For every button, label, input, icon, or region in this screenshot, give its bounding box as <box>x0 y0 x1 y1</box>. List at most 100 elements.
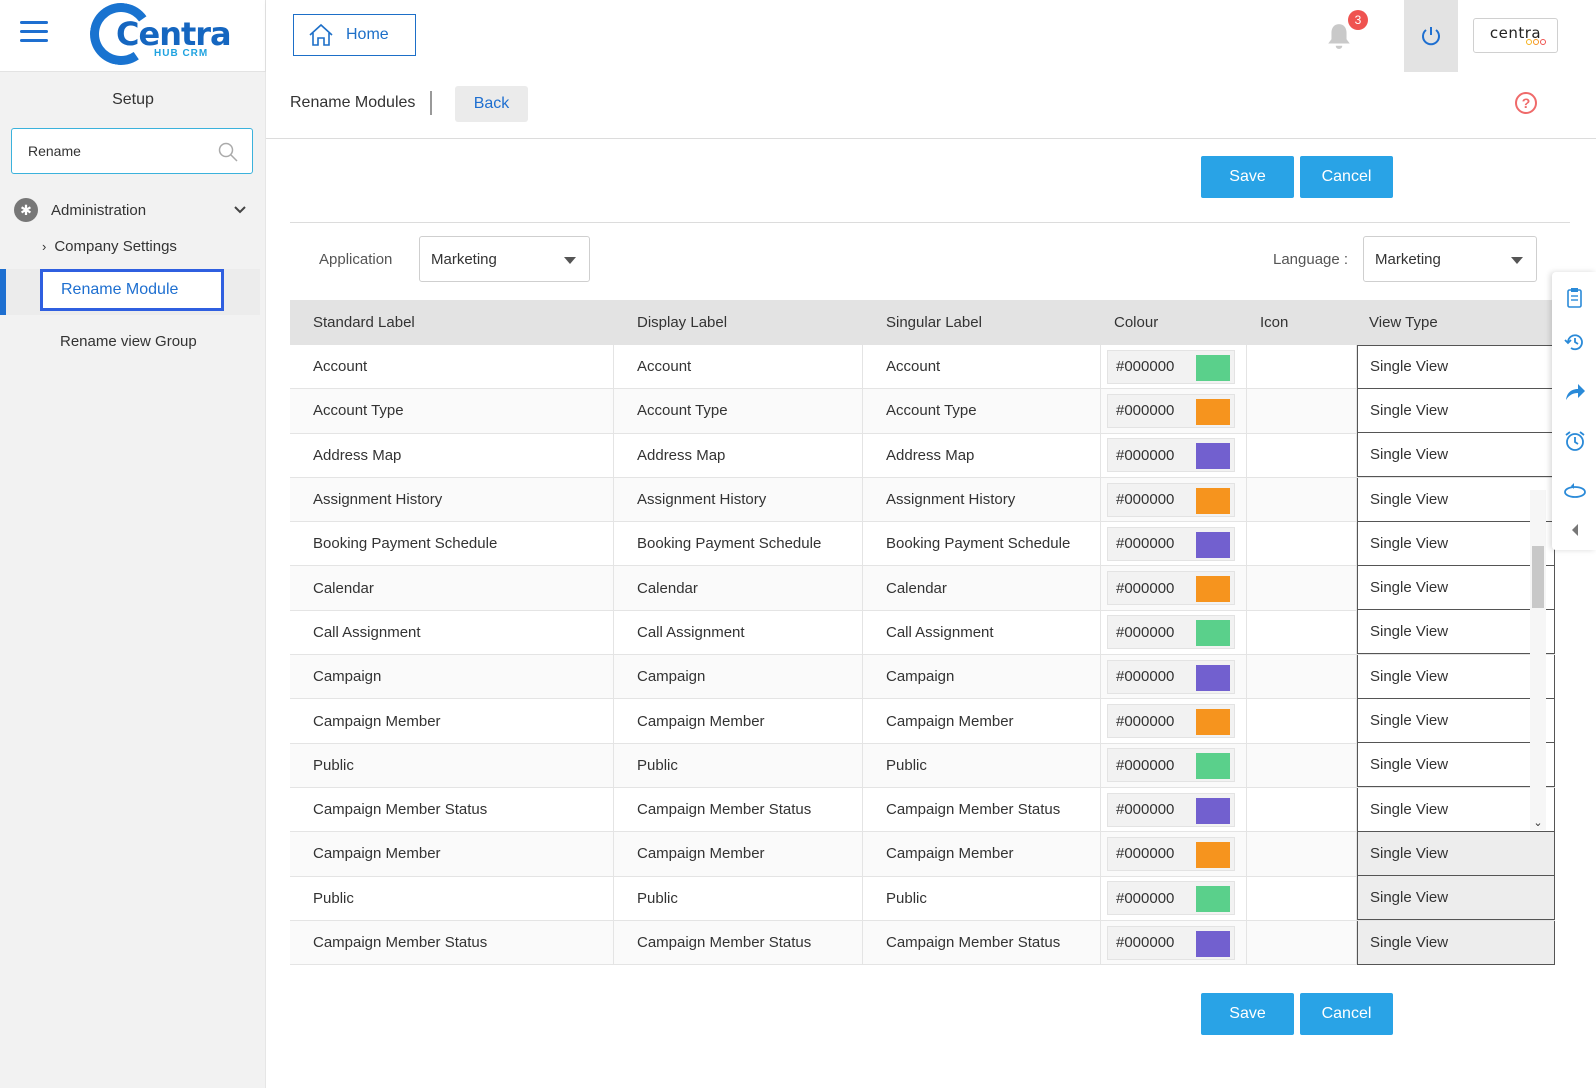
colour-swatch[interactable] <box>1196 709 1230 736</box>
sidebar-item-company-settings[interactable]: › Company Settings <box>42 238 177 255</box>
display-label-cell[interactable]: Campaign <box>614 655 863 699</box>
display-label-cell[interactable]: Address Map <box>614 433 863 477</box>
language-select[interactable]: Marketing <box>1363 236 1537 282</box>
cancel-button-top[interactable]: Cancel <box>1300 156 1393 198</box>
colour-swatch[interactable] <box>1196 487 1230 514</box>
singular-label-cell[interactable]: Booking Payment Schedule <box>863 522 1101 566</box>
view-type-select[interactable]: Single View <box>1357 787 1555 832</box>
icon-cell[interactable] <box>1247 389 1357 433</box>
colour-input[interactable]: #000000 <box>1107 836 1235 871</box>
scroll-down-arrow-icon[interactable]: ⌄ <box>1530 814 1546 830</box>
display-label-cell[interactable]: Campaign Member <box>614 832 863 876</box>
sidebar-item-rename-view-group[interactable]: Rename view Group <box>60 333 197 350</box>
colour-swatch[interactable] <box>1196 354 1230 381</box>
singular-label-cell[interactable]: Account Type <box>863 389 1101 433</box>
icon-cell[interactable] <box>1247 832 1357 876</box>
singular-label-cell[interactable]: Calendar <box>863 566 1101 610</box>
colour-swatch[interactable] <box>1196 443 1230 470</box>
singular-label-cell[interactable]: Campaign Member Status <box>863 920 1101 965</box>
singular-label-cell[interactable]: Call Assignment <box>863 610 1101 655</box>
singular-label-cell[interactable]: Address Map <box>863 433 1101 477</box>
history-icon[interactable] <box>1563 330 1587 354</box>
colour-input[interactable]: #000000 <box>1107 615 1235 650</box>
colour-swatch[interactable] <box>1196 930 1230 957</box>
back-button[interactable]: Back <box>455 86 528 122</box>
colour-input[interactable]: #000000 <box>1107 792 1235 827</box>
colour-input[interactable]: #000000 <box>1107 526 1235 561</box>
view-type-select[interactable]: Single View <box>1357 831 1555 876</box>
view-type-select[interactable]: Single View <box>1357 654 1555 699</box>
display-label-cell[interactable]: Public <box>614 876 863 920</box>
singular-label-cell[interactable]: Campaign <box>863 655 1101 699</box>
display-label-cell[interactable]: Campaign Member Status <box>614 787 863 832</box>
colour-input[interactable]: #000000 <box>1107 925 1235 960</box>
view-type-select[interactable]: Single View <box>1357 610 1555 655</box>
singular-label-cell[interactable]: Public <box>863 876 1101 920</box>
icon-cell[interactable] <box>1247 433 1357 477</box>
scrollbar-thumb[interactable] <box>1532 546 1544 608</box>
colour-swatch[interactable] <box>1196 841 1230 868</box>
icon-cell[interactable] <box>1247 610 1357 655</box>
colour-input[interactable]: #000000 <box>1107 438 1235 473</box>
view-type-select[interactable]: Single View <box>1357 699 1555 744</box>
colour-input[interactable]: #000000 <box>1107 659 1235 694</box>
display-label-cell[interactable]: Campaign Member <box>614 699 863 743</box>
search-icon[interactable] <box>218 142 238 162</box>
display-label-cell[interactable]: Assignment History <box>614 477 863 522</box>
display-label-cell[interactable]: Booking Payment Schedule <box>614 522 863 566</box>
view-type-select[interactable]: Single View <box>1357 876 1555 921</box>
icon-cell[interactable] <box>1247 522 1357 566</box>
icon-cell[interactable] <box>1247 743 1357 787</box>
display-label-cell[interactable]: Public <box>614 743 863 787</box>
application-select[interactable]: Marketing <box>419 236 590 282</box>
icon-cell[interactable] <box>1247 477 1357 522</box>
icon-cell[interactable] <box>1247 876 1357 920</box>
sidebar-search[interactable] <box>11 128 253 174</box>
help-icon[interactable]: ? <box>1515 92 1537 114</box>
colour-swatch[interactable] <box>1196 620 1230 647</box>
icon-cell[interactable] <box>1247 566 1357 610</box>
colour-input[interactable]: #000000 <box>1107 748 1235 783</box>
centra-logo[interactable]: Centra HUB CRM <box>85 0 232 70</box>
icon-cell[interactable] <box>1247 787 1357 832</box>
colour-swatch[interactable] <box>1196 398 1230 425</box>
sidebar-item-administration[interactable]: ✱ Administration <box>14 197 254 223</box>
icon-cell[interactable] <box>1247 920 1357 965</box>
singular-label-cell[interactable]: Campaign Member <box>863 699 1101 743</box>
search-input[interactable] <box>28 143 208 159</box>
icon-cell[interactable] <box>1247 345 1357 389</box>
collapse-arrow-icon[interactable] <box>1563 518 1587 542</box>
company-brand-badge[interactable]: centra <box>1473 18 1558 53</box>
icon-cell[interactable] <box>1247 655 1357 699</box>
colour-swatch[interactable] <box>1196 886 1230 913</box>
view-type-select[interactable]: Single View <box>1357 477 1555 522</box>
table-scrollbar[interactable] <box>1530 490 1546 830</box>
display-label-cell[interactable]: Call Assignment <box>614 610 863 655</box>
view-type-select[interactable]: Single View <box>1357 566 1555 611</box>
view-type-select[interactable]: Single View <box>1357 521 1555 566</box>
view-type-select[interactable]: Single View <box>1357 920 1555 965</box>
colour-input[interactable]: #000000 <box>1107 482 1235 517</box>
share-icon[interactable] <box>1563 380 1587 404</box>
360-view-icon[interactable] <box>1563 479 1587 503</box>
menu-icon[interactable] <box>20 21 48 43</box>
colour-swatch[interactable] <box>1196 753 1230 780</box>
save-button-bottom[interactable]: Save <box>1201 993 1294 1035</box>
view-type-select[interactable]: Single View <box>1357 743 1555 788</box>
sidebar-item-rename-module[interactable]: Rename Module <box>40 269 224 311</box>
colour-swatch[interactable] <box>1196 664 1230 691</box>
colour-swatch[interactable] <box>1196 531 1230 558</box>
power-button[interactable] <box>1404 0 1458 72</box>
display-label-cell[interactable]: Account Type <box>614 389 863 433</box>
view-type-select[interactable]: Single View <box>1357 344 1555 389</box>
display-label-cell[interactable]: Calendar <box>614 566 863 610</box>
display-label-cell[interactable]: Campaign Member Status <box>614 920 863 965</box>
colour-input[interactable]: #000000 <box>1107 393 1235 428</box>
bell-icon[interactable] <box>1326 22 1352 50</box>
singular-label-cell[interactable]: Campaign Member Status <box>863 787 1101 832</box>
cancel-button-bottom[interactable]: Cancel <box>1300 993 1393 1035</box>
colour-swatch[interactable] <box>1196 576 1230 603</box>
icon-cell[interactable] <box>1247 699 1357 743</box>
colour-input[interactable]: #000000 <box>1107 349 1235 384</box>
colour-input[interactable]: #000000 <box>1107 571 1235 606</box>
